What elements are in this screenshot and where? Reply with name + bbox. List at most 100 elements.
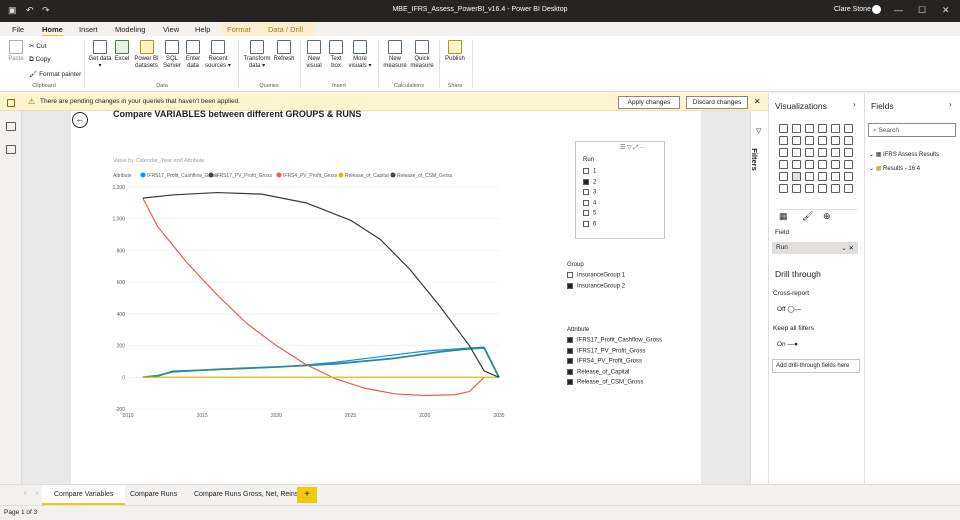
cut-button[interactable]: ✂ Cut xyxy=(29,42,46,50)
next-page-icon[interactable]: › xyxy=(36,490,38,497)
attribute-item[interactable]: Release_of_CSM_Gross xyxy=(567,379,643,386)
area-icon[interactable] xyxy=(792,136,801,145)
attribute-item[interactable]: Release_of_Capital xyxy=(567,368,629,375)
line-column-icon[interactable] xyxy=(818,136,827,145)
scatter-icon[interactable] xyxy=(805,148,814,157)
keep-filters-toggle[interactable]: On —● xyxy=(777,341,798,348)
stacked-bar-icon[interactable] xyxy=(779,124,788,133)
run-item[interactable]: 5 xyxy=(583,210,596,217)
multirow-card-icon[interactable] xyxy=(844,160,853,169)
shape-map-icon[interactable] xyxy=(805,160,814,169)
donut-icon[interactable] xyxy=(831,148,840,157)
decomp-tree-icon[interactable] xyxy=(792,184,801,193)
paginated-icon[interactable] xyxy=(831,184,840,193)
stacked-area-icon[interactable] xyxy=(805,136,814,145)
paste-button[interactable]: Paste xyxy=(6,40,26,63)
fields-search-input[interactable]: ⌕ Search xyxy=(868,123,956,137)
excel-button[interactable]: Excel xyxy=(113,40,131,63)
tab-insert[interactable]: Insert xyxy=(79,25,98,34)
collapse-viz-icon[interactable]: › xyxy=(853,100,856,109)
100-column-icon[interactable] xyxy=(844,124,853,133)
pbi-datasets-button[interactable]: Power BI datasets xyxy=(133,40,160,70)
discard-changes-button[interactable]: Discard changes xyxy=(686,96,748,109)
transform-data-button[interactable]: Transform data ▾ xyxy=(242,40,272,70)
minimize-icon[interactable]: — xyxy=(894,5,903,15)
cross-report-toggle[interactable]: Off ◯— xyxy=(777,305,801,313)
field-table-ifrs-assess[interactable]: ⌄ ▦ IFRS Assess Results xyxy=(869,151,939,158)
clustered-bar-icon[interactable] xyxy=(805,124,814,133)
more-visuals-button[interactable]: More visuals ▾ xyxy=(347,40,373,70)
checkbox[interactable] xyxy=(583,189,589,195)
funnel-icon[interactable] xyxy=(792,148,801,157)
python-visual-icon[interactable] xyxy=(844,172,853,181)
checkbox[interactable] xyxy=(567,358,573,364)
run-item[interactable]: 4 xyxy=(583,199,596,206)
checkbox[interactable] xyxy=(583,210,589,216)
checkbox[interactable] xyxy=(567,368,573,375)
format-paintbrush-icon[interactable]: 🖌 xyxy=(802,211,813,222)
run-item[interactable]: 6 xyxy=(583,220,596,227)
avatar[interactable] xyxy=(872,5,881,14)
attribute-item[interactable]: IFRS4_PV_Profit_Gross xyxy=(567,358,642,365)
run-item[interactable]: 3 xyxy=(583,189,596,196)
checkbox[interactable] xyxy=(567,282,573,289)
filters-pane-collapsed[interactable]: ▽ Filters xyxy=(750,111,768,484)
recent-sources-button[interactable]: Recent sources ▾ xyxy=(204,40,232,70)
new-measure-button[interactable]: New measure xyxy=(382,40,408,70)
checkbox[interactable] xyxy=(583,168,589,174)
narrative-icon[interactable] xyxy=(818,184,827,193)
checkbox[interactable] xyxy=(567,379,573,385)
matrix-icon[interactable] xyxy=(818,172,827,181)
slicer-header-icons[interactable]: ☰ ▽ ⤢ ··· xyxy=(620,144,646,152)
quick-measure-button[interactable]: Quick measure xyxy=(409,40,435,70)
card-icon[interactable] xyxy=(831,160,840,169)
qa-icon[interactable] xyxy=(805,184,814,193)
tab-modeling[interactable]: Modeling xyxy=(115,25,145,34)
group-item[interactable]: InsuranceGroup 1 xyxy=(567,272,625,279)
ribbon-icon[interactable] xyxy=(844,136,853,145)
pie-icon[interactable] xyxy=(818,148,827,157)
treemap-icon[interactable] xyxy=(844,148,853,157)
data-view-icon[interactable] xyxy=(6,122,16,131)
r-visual-icon[interactable] xyxy=(831,172,840,181)
filled-map-icon[interactable] xyxy=(792,160,801,169)
report-view-icon[interactable] xyxy=(7,99,15,107)
stacked-column-icon[interactable] xyxy=(792,124,801,133)
run-item[interactable]: 1 xyxy=(583,168,596,175)
fields-well-icon[interactable]: ▦ xyxy=(779,211,788,222)
group-slicer[interactable]: Group InsuranceGroup 1 InsuranceGroup 2 xyxy=(567,262,687,302)
tab-format[interactable]: Format xyxy=(227,25,251,34)
100-bar-icon[interactable] xyxy=(831,124,840,133)
prev-page-icon[interactable]: ‹ xyxy=(24,490,26,497)
attribute-item[interactable]: IFRS17_PV_Profit_Gross xyxy=(567,347,645,354)
new-visual-button[interactable]: New visual xyxy=(304,40,324,70)
add-page-button[interactable]: + xyxy=(297,487,317,503)
tab-file[interactable]: File xyxy=(12,25,24,34)
checkbox[interactable] xyxy=(567,337,573,343)
checkbox[interactable] xyxy=(583,220,589,227)
slicer-icon[interactable] xyxy=(792,172,801,181)
checkbox[interactable] xyxy=(583,178,589,185)
line-icon[interactable] xyxy=(779,136,788,145)
tab-data-drill[interactable]: Data / Drill xyxy=(268,25,303,34)
clustered-column-icon[interactable] xyxy=(818,124,827,133)
kpi-icon[interactable] xyxy=(779,172,788,181)
attribute-slicer[interactable]: Attribute IFRS17_Profit_Cashflow_Gross IF… xyxy=(567,327,697,393)
waterfall-icon[interactable] xyxy=(779,148,788,157)
drill-through-well[interactable]: Add drill-through fields here xyxy=(772,359,860,373)
publish-button[interactable]: Publish xyxy=(443,40,467,63)
copy-button[interactable]: ⧉ Copy xyxy=(29,56,51,64)
key-influencers-icon[interactable] xyxy=(779,184,788,193)
maximize-icon[interactable]: ☐ xyxy=(918,5,926,16)
tab-help[interactable]: Help xyxy=(195,25,210,34)
group-item[interactable]: InsuranceGroup 2 xyxy=(567,282,625,289)
format-painter-button[interactable]: 🖌 Format painter xyxy=(29,70,81,78)
run-slicer[interactable]: ☰ ▽ ⤢ ··· Run 1 2 3 4 5 6 xyxy=(575,141,665,239)
table-icon[interactable] xyxy=(805,172,814,181)
sql-server-button[interactable]: SQL Server xyxy=(162,40,182,70)
analytics-icon[interactable]: ⊕ xyxy=(823,211,831,222)
checkbox[interactable] xyxy=(583,199,589,206)
tab-view[interactable]: View xyxy=(163,25,179,34)
checkbox[interactable] xyxy=(567,272,573,278)
run-item[interactable]: 2 xyxy=(583,178,596,185)
